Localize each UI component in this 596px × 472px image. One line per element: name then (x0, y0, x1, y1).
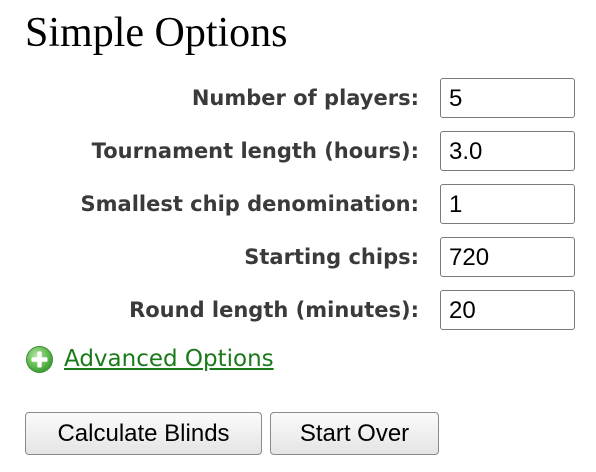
smallest-chip-input[interactable] (440, 184, 575, 224)
smallest-chip-label: Smallest chip denomination: (80, 192, 419, 216)
tournament-length-input[interactable] (440, 131, 575, 171)
field-row-smallest-chip: Smallest chip denomination: (0, 183, 596, 225)
number-of-players-label: Number of players: (191, 86, 419, 110)
field-row-number-of-players: Number of players: (0, 77, 596, 119)
starting-chips-label: Starting chips: (244, 245, 419, 269)
start-over-button[interactable]: Start Over (270, 412, 439, 455)
starting-chips-input[interactable] (440, 237, 575, 277)
round-length-label: Round length (minutes): (129, 298, 419, 322)
advanced-options-link[interactable]: Advanced Options (64, 346, 274, 372)
page-title: Simple Options (25, 10, 288, 56)
calculate-blinds-button[interactable]: Calculate Blinds (25, 412, 262, 455)
number-of-players-input[interactable] (440, 78, 575, 118)
field-row-tournament-length: Tournament length (hours): (0, 130, 596, 172)
field-row-round-length: Round length (minutes): (0, 289, 596, 331)
round-length-input[interactable] (440, 290, 575, 330)
advanced-options-toggle[interactable]: Advanced Options (25, 340, 274, 378)
tournament-length-label: Tournament length (hours): (91, 139, 419, 163)
plus-circle-icon[interactable] (25, 345, 54, 374)
field-row-starting-chips: Starting chips: (0, 236, 596, 278)
